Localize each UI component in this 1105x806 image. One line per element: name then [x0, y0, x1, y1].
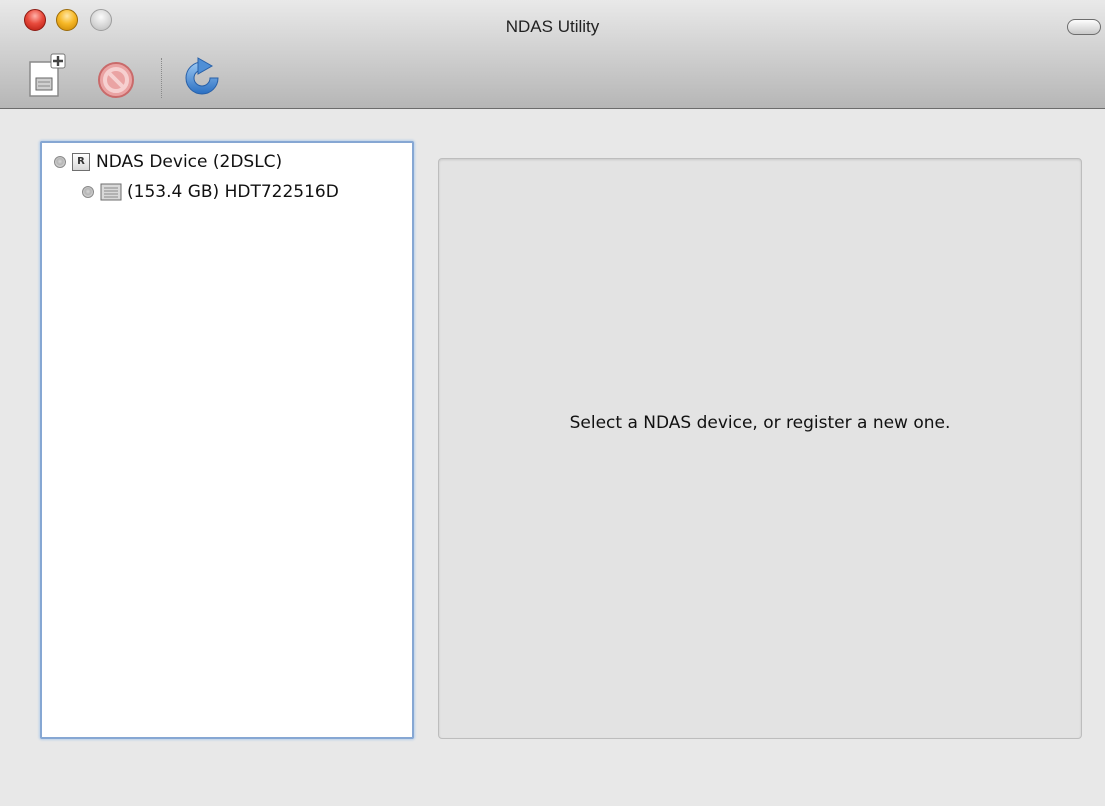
detail-pane: Select a NDAS device, or register a new …	[438, 158, 1082, 739]
toolbar-toggle-button[interactable]	[1067, 19, 1101, 35]
no-entry-icon	[98, 62, 134, 98]
tree-item-ndas-device[interactable]: R NDAS Device (2DSLC)	[54, 150, 282, 174]
tree-item-label: NDAS Device (2DSLC)	[96, 152, 283, 172]
status-indicator-icon	[82, 186, 94, 198]
ndas-utility-window: NDAS Utility R NDAS Device (2DSLC) (153.…	[0, 0, 1105, 806]
tree-item-label: (153.4 GB) HDT722516D	[127, 182, 339, 202]
hard-disk-icon	[100, 183, 122, 201]
unregister-device-button[interactable]	[96, 60, 136, 108]
window-title: NDAS Utility	[505, 17, 600, 36]
ndas-device-icon: R	[72, 153, 90, 171]
device-tree[interactable]: R NDAS Device (2DSLC) (153.4 GB) HDT7225…	[40, 141, 414, 739]
title-toolbar: NDAS Utility	[0, 0, 1105, 109]
tree-item-hard-disk[interactable]: (153.4 GB) HDT722516D	[82, 180, 339, 204]
add-device-icon	[29, 53, 66, 97]
toolbar-separator	[161, 58, 162, 98]
status-indicator-icon	[54, 156, 66, 168]
register-device-button[interactable]	[28, 52, 68, 100]
refresh-button[interactable]	[180, 56, 220, 104]
refresh-icon	[185, 57, 219, 95]
empty-selection-message: Select a NDAS device, or register a new …	[569, 413, 951, 433]
